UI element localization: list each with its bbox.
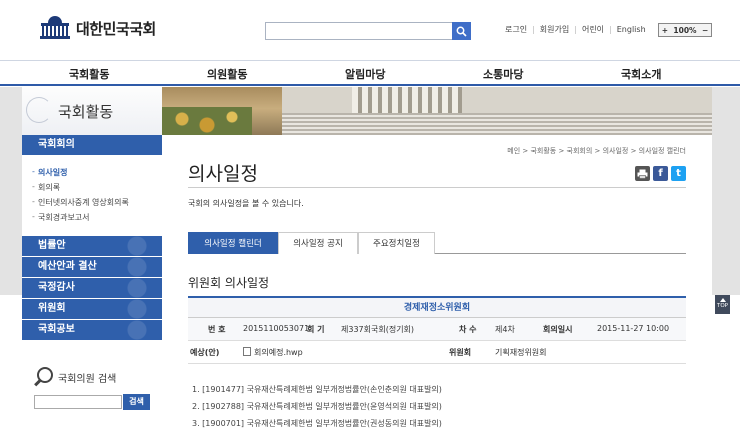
tab-schedule-notice[interactable]: 의사일정 공지 xyxy=(278,232,358,254)
divider xyxy=(188,187,686,188)
tab-bar: 의사일정 캘린더 의사일정 공지 주요정치일정 xyxy=(188,232,686,254)
value-order: 제4차 xyxy=(495,325,515,334)
agenda-file-link[interactable]: 회의예정.hwp xyxy=(243,347,303,358)
background-band-right xyxy=(712,87,740,295)
gnb-item-communication[interactable]: 소통마당 xyxy=(483,66,523,82)
background-band-left xyxy=(0,87,22,295)
committee-header: 경제재정소위원회 xyxy=(188,296,686,318)
sidebar-subitem-report[interactable]: 국회경과보고서 xyxy=(38,212,90,223)
label-committee: 위원회 xyxy=(449,348,472,357)
gnb-item-member-activity[interactable]: 의원활동 xyxy=(207,66,247,82)
separator: | xyxy=(609,25,612,34)
utility-links: 로그인 | 회원가입 | 어린이 | English xyxy=(505,24,646,35)
schedule-table: 경제재정소위원회 번 호 2015110053071 회 기 제337회국회(정… xyxy=(188,296,686,364)
tab-schedule-calendar[interactable]: 의사일정 캘린더 xyxy=(188,232,278,254)
agenda-file-name: 회의예정.hwp xyxy=(254,348,303,357)
sidebar: 국회활동 국회회의 의사일정 회의록 인터넷의사중계 영상회의록 국회경과보고서… xyxy=(22,87,162,433)
sidebar-title-text: 국회활동 xyxy=(58,103,114,121)
english-link[interactable]: English xyxy=(617,25,646,34)
kids-link[interactable]: 어린이 xyxy=(582,24,604,35)
scroll-top-label: TOP xyxy=(716,303,728,309)
sidebar-item-bills[interactable]: 법률안 xyxy=(22,236,162,256)
section-title: 위원회 의사일정 xyxy=(188,276,270,290)
decorative-swirl-icon xyxy=(26,97,52,123)
search-input[interactable] xyxy=(265,22,452,40)
sidebar-title: 국회활동 xyxy=(22,87,162,135)
agenda-item[interactable]: 3. [1900701] 국유재산특례제한법 일부개정법률안(권성동의원 대표발… xyxy=(192,415,686,432)
bullet-icon: - xyxy=(32,212,35,221)
zoom-out-button[interactable]: − xyxy=(702,26,708,35)
agenda-item[interactable]: 2. [1902788] 국유재산특례제한법 일부개정법률안(윤영석의원 대표발… xyxy=(192,398,686,415)
main-navigation: 국회활동 의원활동 알림마당 소통마당 국회소개 xyxy=(0,60,740,86)
value-session: 제337회국회(정기회) xyxy=(341,325,415,334)
agenda-list: 1. [1901477] 국유재산특례제한법 일부개정법률안(손인춘의원 대표발… xyxy=(192,381,686,432)
label-date: 회의일시 xyxy=(543,325,573,334)
separator: | xyxy=(532,25,535,34)
separator: | xyxy=(574,25,577,34)
share-tools: f t xyxy=(635,166,686,181)
sidebar-item-assembly-meeting[interactable]: 국회회의 xyxy=(22,135,162,155)
banner-image xyxy=(162,87,712,135)
search-button[interactable] xyxy=(452,22,471,40)
sidebar-item-committee[interactable]: 위원회 xyxy=(22,299,162,319)
signup-link[interactable]: 회원가입 xyxy=(540,24,569,35)
sidebar-subitem-video-minutes[interactable]: 인터넷의사중계 영상회의록 xyxy=(38,197,129,208)
sidebar-subitem-schedule[interactable]: 의사일정 xyxy=(38,167,67,178)
label-session: 회 기 xyxy=(307,325,325,334)
value-date: 2015-11-27 10:00 xyxy=(597,324,670,333)
tab-political-schedule[interactable]: 주요정치일정 xyxy=(358,232,435,254)
member-search-button[interactable]: 검색 xyxy=(123,394,150,410)
zoom-level: 100% xyxy=(673,25,697,35)
site-header: 대한민국국회 로그인 | 회원가입 | 어린이 | English + 100%… xyxy=(0,0,740,60)
value-committee: 기획재정위원회 xyxy=(495,348,547,357)
bullet-icon: - xyxy=(32,197,35,206)
member-search-box: 국회의원 검색 검색 xyxy=(22,357,162,433)
table-row: 예상(안) 회의예정.hwp 위원회 기획재정위원회 xyxy=(188,341,686,364)
login-link[interactable]: 로그인 xyxy=(505,24,527,35)
gnb-item-notice[interactable]: 알림마당 xyxy=(345,66,385,82)
sidebar-subitem-minutes[interactable]: 회의록 xyxy=(38,182,60,193)
print-icon[interactable] xyxy=(635,166,650,181)
sidebar-item-budget[interactable]: 예산안과 결산 xyxy=(22,257,162,277)
sidebar-item-gazette[interactable]: 국회공보 xyxy=(22,320,162,340)
gnb-item-about[interactable]: 국회소개 xyxy=(621,66,661,82)
member-search-input[interactable] xyxy=(34,395,122,409)
gnb-item-assembly-activity[interactable]: 국회활동 xyxy=(69,66,109,82)
scroll-top-button[interactable]: TOP xyxy=(715,295,730,314)
member-search-label: 국회의원 검색 xyxy=(58,374,117,385)
site-search xyxy=(265,22,471,40)
twitter-icon[interactable]: t xyxy=(671,166,686,181)
zoom-in-button[interactable]: + xyxy=(662,26,668,35)
assembly-emblem-icon xyxy=(40,16,70,40)
site-logo[interactable]: 대한민국국회 xyxy=(40,14,156,42)
value-number: 2015110053071 xyxy=(243,324,310,333)
facebook-icon[interactable]: f xyxy=(653,166,668,181)
table-row: 번 호 2015110053071 회 기 제337회국회(정기회) 차 수 제… xyxy=(188,318,686,341)
bullet-icon: - xyxy=(32,167,35,176)
bullet-icon: - xyxy=(32,182,35,191)
agenda-item[interactable]: 1. [1901477] 국유재산특례제한법 일부개정법률안(손인춘의원 대표발… xyxy=(192,381,686,398)
file-icon xyxy=(243,347,251,356)
label-order: 차 수 xyxy=(459,325,477,334)
search-icon xyxy=(456,26,467,37)
page-description: 국회의 의사일정을 볼 수 있습니다. xyxy=(188,199,304,208)
label-number: 번 호 xyxy=(208,325,226,334)
breadcrumb: 메인 > 국회활동 > 국회회의 > 의사일정 > 의사일정 캘린더 xyxy=(507,147,686,155)
logo-text: 대한민국국회 xyxy=(76,19,156,38)
sidebar-item-audit[interactable]: 국정감사 xyxy=(22,278,162,298)
zoom-control: + 100% − xyxy=(658,23,712,37)
label-agenda: 예상(안) xyxy=(190,348,220,357)
page-title: 의사일정 xyxy=(188,163,258,185)
arrow-up-icon xyxy=(719,298,726,302)
main-content: 메인 > 국회활동 > 국회회의 > 의사일정 > 의사일정 캘린더 의사일정 … xyxy=(162,87,712,433)
